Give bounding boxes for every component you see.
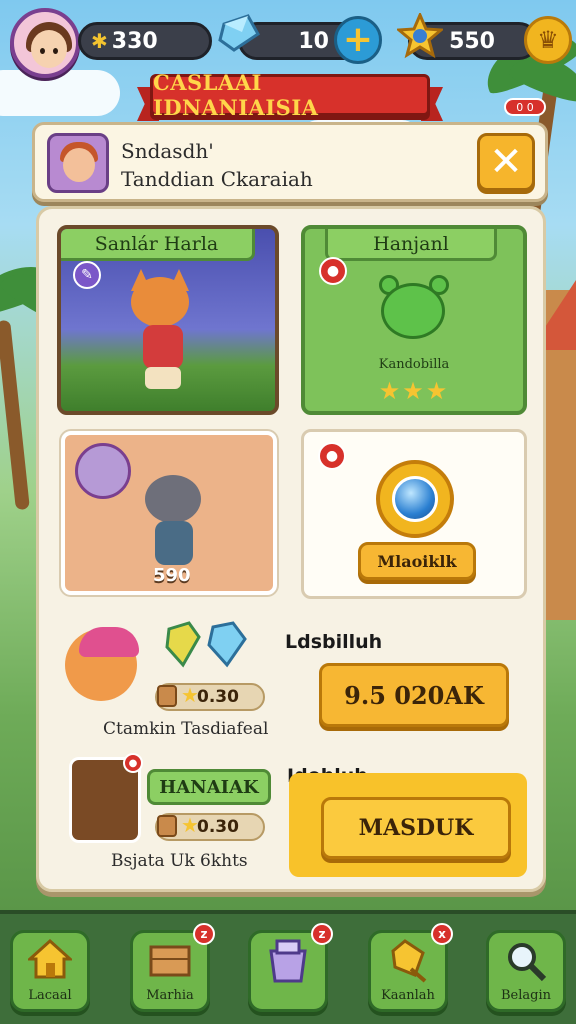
row1-character [65, 627, 139, 701]
top-hud: ✱ 330 10 + 550 ♛ [8, 6, 572, 78]
cat-card[interactable]: 590 [61, 431, 277, 595]
house-icon [13, 938, 87, 988]
info-line-2: Tanddian Ckaraiah [121, 167, 313, 191]
medal-icon [376, 460, 454, 538]
cat-price: 590 [153, 565, 191, 586]
star-badge-icon [396, 12, 444, 60]
medal-badge-icon: ● [318, 442, 346, 470]
medal-card[interactable]: ● Mlaoiklk [301, 429, 527, 599]
row2-badge-icon: ● [123, 753, 143, 773]
info-line-1: Sndasdh' [121, 139, 214, 163]
nav-label-home: Lacaal [28, 988, 72, 1003]
row1-side-label: Ldsbilluh [285, 631, 383, 653]
nav-item-gifts[interactable]: z [248, 923, 333, 1012]
nav-badge-market: z [193, 923, 215, 945]
gold-icon: ✱ [91, 29, 108, 53]
medal-claim-button[interactable]: Mlaoiklk [358, 542, 476, 580]
info-bar: Sndasdh' Tanddian Ckaraiah ✕ [32, 122, 548, 202]
row2-star-icon: ★ [181, 813, 199, 837]
row2-tag: HANAIAK [147, 769, 271, 805]
npc-avatar [47, 133, 109, 193]
hero-card-label: Sanlár Harla [61, 229, 255, 261]
cloud [0, 70, 120, 116]
close-button[interactable]: ✕ [477, 133, 535, 191]
gem-pair-icon [161, 621, 251, 678]
nav-badge-gifts: z [311, 923, 333, 945]
bottom-nav: Lacaal z Marhia z x Kaanlah Belagin [0, 910, 576, 1024]
nav-item-market[interactable]: z Marhia [130, 923, 215, 1012]
nav-label-market: Marhia [146, 988, 194, 1003]
row1-action-button[interactable]: 9.5 020AK [319, 663, 509, 727]
row1-stats-value: 0.30 [197, 687, 239, 707]
row1-star-icon: ★ [181, 683, 199, 707]
magnifier-icon [489, 939, 563, 992]
hero-badge-icon: ✎ [73, 261, 101, 289]
notification-tag[interactable]: 0 0 [504, 98, 546, 116]
gift-box-icon [251, 939, 325, 992]
masduk-button[interactable]: MASDUK [321, 797, 511, 859]
pet-card[interactable]: Hanjanl ● Kandobilla ★★★ [301, 225, 527, 415]
nav-label-search: Belagin [500, 988, 551, 1003]
row1-caption: Ctamkin Tasdiafeal [103, 719, 269, 739]
gold-value: 330 [111, 28, 158, 54]
close-icon: ✕ [489, 139, 523, 185]
coins-value: 550 [449, 28, 495, 54]
pet-card-label: Hanjanl [325, 229, 497, 261]
nav-item-search[interactable]: Belagin [486, 930, 566, 1012]
row1-crate-icon [157, 685, 177, 707]
nav-badge-keys: x [431, 923, 453, 945]
gold-key-icon [371, 939, 445, 992]
row2-crate-icon [157, 815, 177, 837]
crate-icon [133, 939, 207, 988]
player-avatar[interactable] [10, 8, 80, 78]
coin-icon[interactable]: ♛ [524, 16, 572, 64]
pet-badge-icon: ● [319, 257, 347, 285]
row2-stats-value: 0.30 [197, 817, 239, 837]
gold-counter: ✱ 330 [78, 22, 212, 60]
notification-tag-text: 0 0 [516, 100, 534, 114]
page-title: CASLAAI IDNANIAISIA [153, 70, 319, 120]
title-banner: CASLAAI IDNANIAISIA [150, 70, 430, 120]
row2-caption: Bsjata Uk 6khts [111, 851, 248, 871]
add-gems-button[interactable]: + [334, 16, 382, 64]
nav-item-home[interactable]: Lacaal [10, 930, 90, 1012]
nav-item-keys[interactable]: x Kaanlah [368, 923, 453, 1012]
pet-caption: Kandobilla [378, 357, 450, 372]
gems-value: 10 [298, 28, 329, 54]
gem-icon [218, 12, 262, 56]
main-panel: Sanlár Harla ✎ Hanjanl ● Kandobilla ★★★ … [36, 206, 546, 892]
cat-avatar-icon [75, 443, 131, 499]
hero-card[interactable]: Sanlár Harla ✎ [57, 225, 279, 415]
nav-label-keys: Kaanlah [381, 988, 435, 1003]
pet-stars: ★★★ [378, 377, 450, 405]
